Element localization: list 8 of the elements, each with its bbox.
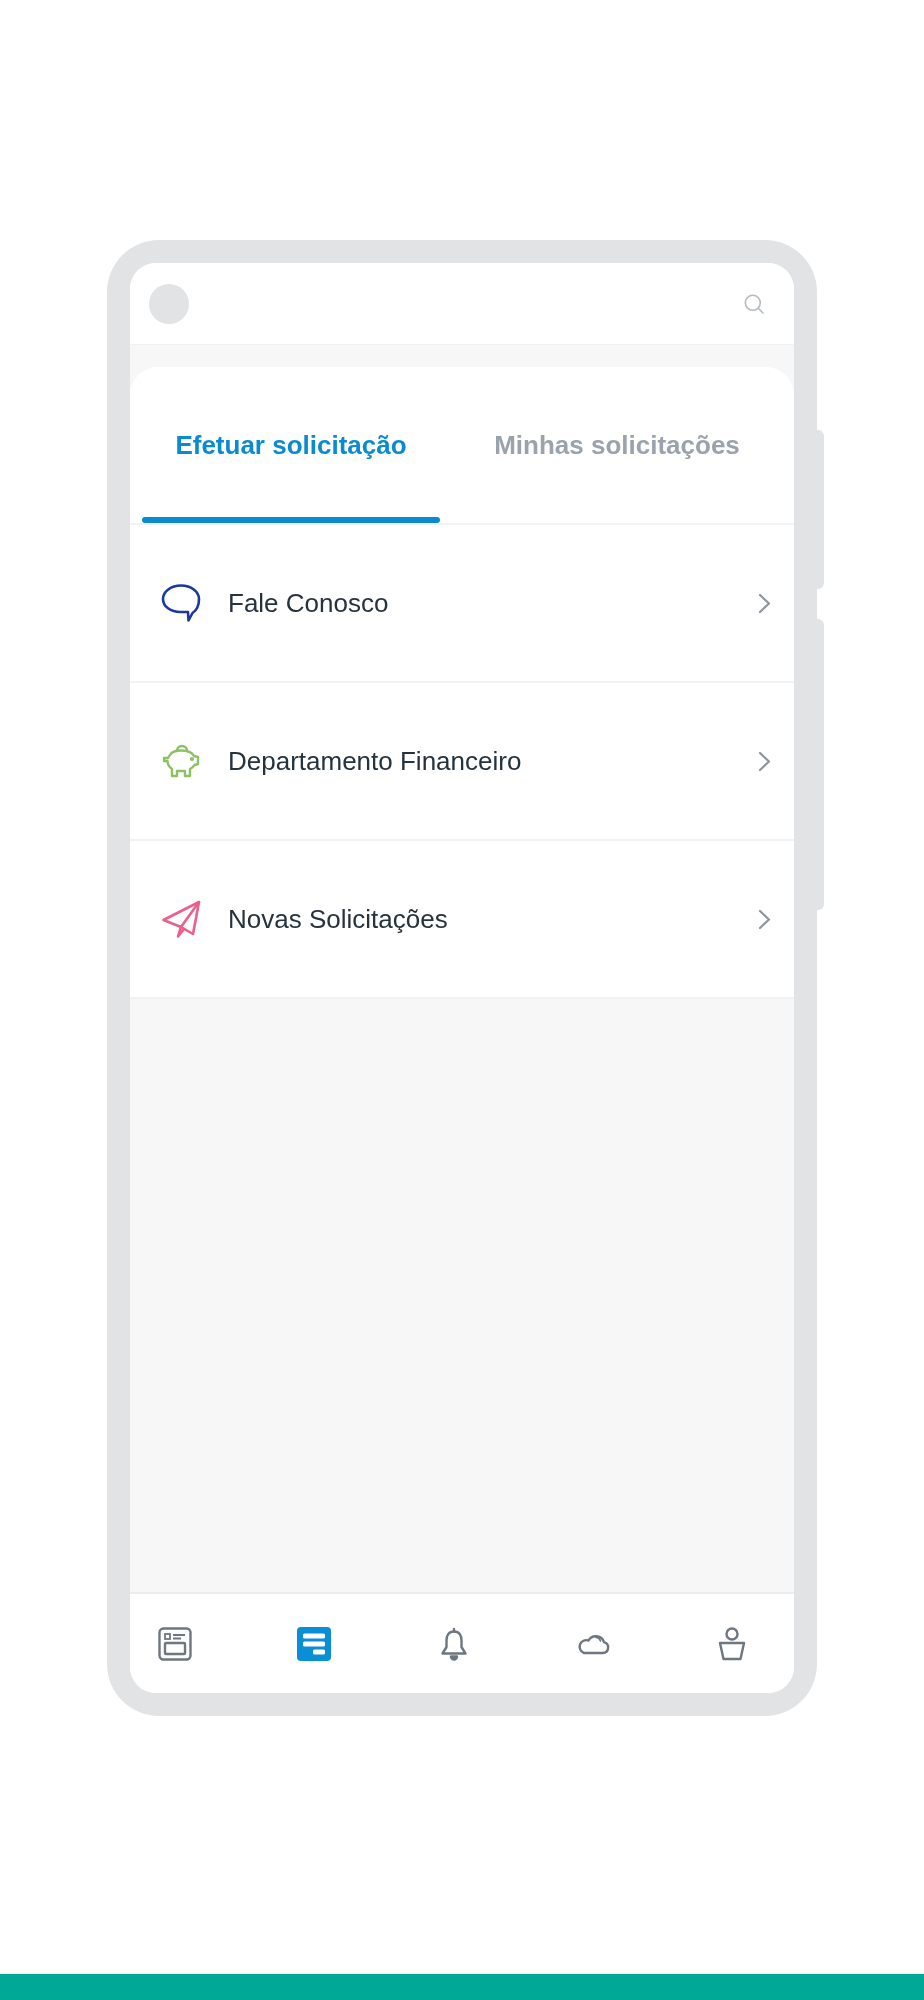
chevron-right-icon bbox=[758, 908, 771, 930]
chevron-right-icon bbox=[758, 592, 771, 614]
newspaper-icon[interactable] bbox=[158, 1626, 192, 1661]
speech-bubble-icon bbox=[161, 583, 201, 623]
chevron-right-icon bbox=[758, 750, 771, 772]
list-icon[interactable] bbox=[297, 1626, 332, 1661]
tab[interactable]: Efetuar solicitação bbox=[142, 367, 440, 523]
paper-plane-icon bbox=[161, 899, 201, 939]
